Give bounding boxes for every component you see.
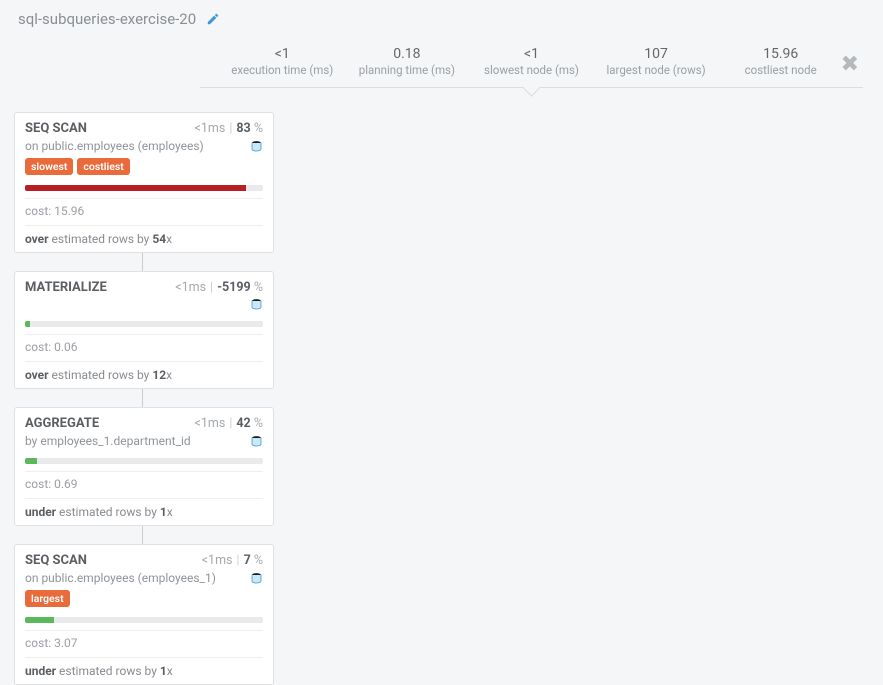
edit-icon[interactable] <box>206 12 220 26</box>
cost-bar <box>25 617 263 623</box>
node-operation: AGGREGATE <box>25 416 99 431</box>
cost-line: cost: 0.69 <box>25 477 263 491</box>
plan-node[interactable]: AGGREGATE <1ms|42 % by employees_1.departm… <box>14 407 274 526</box>
tag-largest: largest <box>25 590 70 607</box>
tag-slowest: slowest <box>25 158 73 175</box>
tag-row: slowestcostliest <box>25 158 263 175</box>
stat-value: <1 <box>469 46 594 62</box>
stat-costliest-node: 15.96 costliest node <box>718 46 843 77</box>
plan-node[interactable]: SEQ SCAN <1ms|7 % on public.employees (emp… <box>14 544 274 685</box>
stat-value: 107 <box>594 46 719 62</box>
tag-costliest: costliest <box>77 158 129 175</box>
tag-row: largest <box>25 590 263 607</box>
stat-label: planning time (ms) <box>345 63 470 77</box>
page-title: sql-subqueries-exercise-20 <box>18 10 196 28</box>
stat-planning-time: 0.18 planning time (ms) <box>345 46 470 77</box>
stat-slowest-node: <1 slowest node (ms) <box>469 46 594 77</box>
node-metrics: <1ms|-5199 % <box>175 280 263 295</box>
cost-line: cost: 3.07 <box>25 636 263 650</box>
database-icon <box>250 298 263 311</box>
node-metrics: <1ms|42 % <box>195 416 263 431</box>
cost-bar <box>25 185 263 191</box>
node-metrics: <1ms|7 % <box>202 553 263 568</box>
node-connector <box>142 253 143 271</box>
database-icon <box>250 572 263 585</box>
node-connector <box>142 526 143 544</box>
node-operation: SEQ SCAN <box>25 553 87 568</box>
stat-execution-time: <1 execution time (ms) <box>220 46 345 77</box>
node-metrics: <1ms|83 % <box>195 121 263 136</box>
plan-tree: SEQ SCAN <1ms|83 % on public.employees (em… <box>14 112 274 685</box>
cost-line: cost: 0.06 <box>25 340 263 354</box>
estimate-line: over estimated rows by 12x <box>25 368 263 382</box>
estimate-line: over estimated rows by 54x <box>25 232 263 246</box>
estimate-line: under estimated rows by 1x <box>25 505 263 519</box>
cost-bar <box>25 321 263 327</box>
stat-value: 0.18 <box>345 46 470 62</box>
plan-node[interactable]: MATERIALIZE <1ms|-5199 % cost: 0.06 over es… <box>14 271 274 389</box>
estimate-line: under estimated rows by 1x <box>25 664 263 678</box>
database-icon <box>250 435 263 448</box>
cost-line: cost: 15.96 <box>25 204 263 218</box>
node-target: by employees_1.department_id <box>25 434 191 448</box>
stat-largest-node: 107 largest node (rows) <box>594 46 719 77</box>
stat-label: execution time (ms) <box>220 63 345 77</box>
stat-label: slowest node (ms) <box>469 63 594 77</box>
node-connector <box>142 389 143 407</box>
cost-bar <box>25 458 263 464</box>
stat-value: 15.96 <box>718 46 843 62</box>
stat-value: <1 <box>220 46 345 62</box>
node-target: on public.employees (employees_1) <box>25 571 216 585</box>
plan-node[interactable]: SEQ SCAN <1ms|83 % on public.employees (em… <box>14 112 274 253</box>
database-icon <box>250 140 263 153</box>
node-operation: SEQ SCAN <box>25 121 87 136</box>
node-target: on public.employees (employees) <box>25 139 204 153</box>
node-operation: MATERIALIZE <box>25 280 107 295</box>
stat-label: largest node (rows) <box>594 63 719 77</box>
close-icon[interactable]: ✖ <box>841 52 859 77</box>
stats-bar: <1 execution time (ms) 0.18 planning tim… <box>200 38 863 88</box>
stat-label: costliest node <box>718 63 843 77</box>
